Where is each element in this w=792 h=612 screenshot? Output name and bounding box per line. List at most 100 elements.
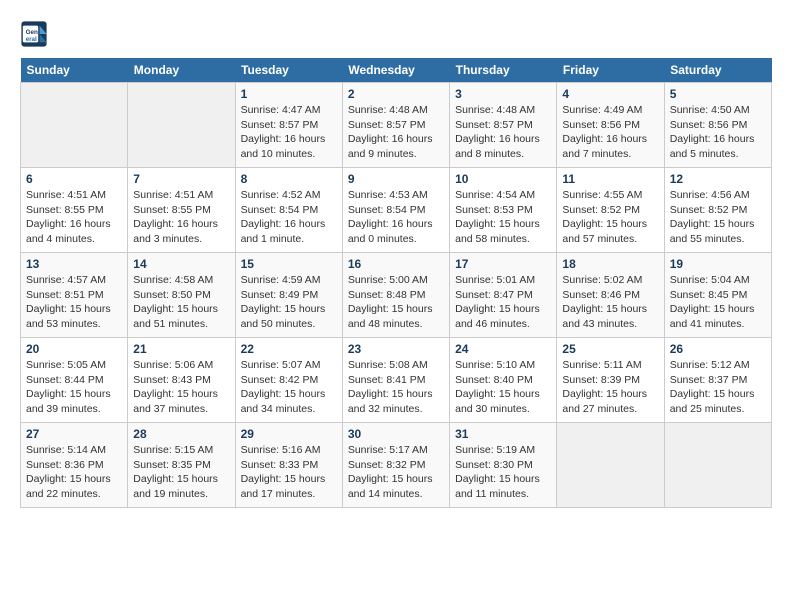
day-detail: Sunrise: 4:49 AMSunset: 8:56 PMDaylight:… xyxy=(562,103,658,162)
calendar-cell: 30 Sunrise: 5:17 AMSunset: 8:32 PMDayligh… xyxy=(342,423,449,508)
calendar-cell: 17 Sunrise: 5:01 AMSunset: 8:47 PMDayligh… xyxy=(450,253,557,338)
day-number: 21 xyxy=(133,342,229,356)
calendar-cell: 15Sunrise: 4:59 AMSunset: 8:49 PMDayligh… xyxy=(235,253,342,338)
weekday-header: Tuesday xyxy=(235,58,342,83)
day-number: 18 xyxy=(562,257,658,271)
day-number: 12 xyxy=(670,172,766,186)
day-detail: Sunrise: 5:00 AMSunset: 8:48 PMDaylight:… xyxy=(348,273,444,332)
day-number: 5 xyxy=(670,87,766,101)
calendar-cell: 14 Sunrise: 4:58 AMSunset: 8:50 PMDayligh… xyxy=(128,253,235,338)
calendar-cell: 10 Sunrise: 4:54 AMSunset: 8:53 PMDayligh… xyxy=(450,168,557,253)
calendar-cell: 11Sunrise: 4:55 AMSunset: 8:52 PMDayligh… xyxy=(557,168,664,253)
calendar-cell: 2 Sunrise: 4:48 AMSunset: 8:57 PMDaylight… xyxy=(342,83,449,168)
day-number: 20 xyxy=(26,342,122,356)
day-number: 31 xyxy=(455,427,551,441)
day-number: 19 xyxy=(670,257,766,271)
calendar-cell: 16Sunrise: 5:00 AMSunset: 8:48 PMDayligh… xyxy=(342,253,449,338)
day-number: 22 xyxy=(241,342,337,356)
day-number: 23 xyxy=(348,342,444,356)
day-detail: Sunrise: 4:48 AMSunset: 8:57 PMDaylight:… xyxy=(455,103,551,162)
calendar-week-row: 6Sunrise: 4:51 AMSunset: 8:55 PMDaylight… xyxy=(21,168,772,253)
day-detail: Sunrise: 4:51 AMSunset: 8:55 PMDaylight:… xyxy=(133,188,229,247)
day-detail: Sunrise: 5:12 AMSunset: 8:37 PMDaylight:… xyxy=(670,358,766,417)
day-detail: Sunrise: 5:15 AMSunset: 8:35 PMDaylight:… xyxy=(133,443,229,502)
day-number: 3 xyxy=(455,87,551,101)
day-detail: Sunrise: 4:54 AMSunset: 8:53 PMDaylight:… xyxy=(455,188,551,247)
day-detail: Sunrise: 4:59 AMSunset: 8:49 PMDaylight:… xyxy=(241,273,337,332)
day-number: 28 xyxy=(133,427,229,441)
calendar-week-row: 27 Sunrise: 5:14 AMSunset: 8:36 PMDayligh… xyxy=(21,423,772,508)
calendar-cell: 1 Sunrise: 4:47 AMSunset: 8:57 PMDaylight… xyxy=(235,83,342,168)
calendar-cell: 3 Sunrise: 4:48 AMSunset: 8:57 PMDaylight… xyxy=(450,83,557,168)
day-detail: Sunrise: 5:17 AMSunset: 8:32 PMDaylight:… xyxy=(348,443,444,502)
day-number: 26 xyxy=(670,342,766,356)
calendar-cell xyxy=(21,83,128,168)
logo: Gen eral xyxy=(20,20,52,48)
day-detail: Sunrise: 4:47 AMSunset: 8:57 PMDaylight:… xyxy=(241,103,337,162)
svg-text:eral: eral xyxy=(26,36,37,43)
weekday-header: Saturday xyxy=(664,58,771,83)
calendar-cell: 13Sunrise: 4:57 AMSunset: 8:51 PMDayligh… xyxy=(21,253,128,338)
calendar-cell: 7 Sunrise: 4:51 AMSunset: 8:55 PMDaylight… xyxy=(128,168,235,253)
day-number: 10 xyxy=(455,172,551,186)
calendar-cell: 22 Sunrise: 5:07 AMSunset: 8:42 PMDayligh… xyxy=(235,338,342,423)
day-detail: Sunrise: 4:50 AMSunset: 8:56 PMDaylight:… xyxy=(670,103,766,162)
day-number: 17 xyxy=(455,257,551,271)
day-number: 9 xyxy=(348,172,444,186)
day-number: 1 xyxy=(241,87,337,101)
calendar-cell: 28 Sunrise: 5:15 AMSunset: 8:35 PMDayligh… xyxy=(128,423,235,508)
svg-text:Gen: Gen xyxy=(26,29,38,36)
calendar-cell: 12Sunrise: 4:56 AMSunset: 8:52 PMDayligh… xyxy=(664,168,771,253)
weekday-header: Friday xyxy=(557,58,664,83)
day-detail: Sunrise: 5:16 AMSunset: 8:33 PMDaylight:… xyxy=(241,443,337,502)
calendar-cell xyxy=(128,83,235,168)
calendar-week-row: 1 Sunrise: 4:47 AMSunset: 8:57 PMDaylight… xyxy=(21,83,772,168)
weekday-header: Monday xyxy=(128,58,235,83)
logo-icon: Gen eral xyxy=(20,20,48,48)
calendar-cell: 23Sunrise: 5:08 AMSunset: 8:41 PMDayligh… xyxy=(342,338,449,423)
day-number: 27 xyxy=(26,427,122,441)
day-number: 11 xyxy=(562,172,658,186)
calendar-cell: 8 Sunrise: 4:52 AMSunset: 8:54 PMDaylight… xyxy=(235,168,342,253)
calendar-cell: 20Sunrise: 5:05 AMSunset: 8:44 PMDayligh… xyxy=(21,338,128,423)
calendar-cell: 24 Sunrise: 5:10 AMSunset: 8:40 PMDayligh… xyxy=(450,338,557,423)
day-detail: Sunrise: 4:48 AMSunset: 8:57 PMDaylight:… xyxy=(348,103,444,162)
day-detail: Sunrise: 5:04 AMSunset: 8:45 PMDaylight:… xyxy=(670,273,766,332)
day-number: 30 xyxy=(348,427,444,441)
day-detail: Sunrise: 4:51 AMSunset: 8:55 PMDaylight:… xyxy=(26,188,122,247)
calendar-cell: 5 Sunrise: 4:50 AMSunset: 8:56 PMDaylight… xyxy=(664,83,771,168)
calendar-cell xyxy=(664,423,771,508)
day-number: 8 xyxy=(241,172,337,186)
day-number: 13 xyxy=(26,257,122,271)
day-number: 4 xyxy=(562,87,658,101)
page-header: Gen eral xyxy=(20,20,772,48)
day-detail: Sunrise: 4:53 AMSunset: 8:54 PMDaylight:… xyxy=(348,188,444,247)
calendar-cell xyxy=(557,423,664,508)
day-detail: Sunrise: 5:07 AMSunset: 8:42 PMDaylight:… xyxy=(241,358,337,417)
day-number: 7 xyxy=(133,172,229,186)
calendar-cell: 25Sunrise: 5:11 AMSunset: 8:39 PMDayligh… xyxy=(557,338,664,423)
calendar-cell: 29 Sunrise: 5:16 AMSunset: 8:33 PMDayligh… xyxy=(235,423,342,508)
day-detail: Sunrise: 5:06 AMSunset: 8:43 PMDaylight:… xyxy=(133,358,229,417)
day-detail: Sunrise: 5:01 AMSunset: 8:47 PMDaylight:… xyxy=(455,273,551,332)
calendar-cell: 4 Sunrise: 4:49 AMSunset: 8:56 PMDaylight… xyxy=(557,83,664,168)
day-detail: Sunrise: 5:10 AMSunset: 8:40 PMDaylight:… xyxy=(455,358,551,417)
calendar-cell: 9 Sunrise: 4:53 AMSunset: 8:54 PMDaylight… xyxy=(342,168,449,253)
day-detail: Sunrise: 5:19 AMSunset: 8:30 PMDaylight:… xyxy=(455,443,551,502)
day-number: 29 xyxy=(241,427,337,441)
calendar-cell: 18 Sunrise: 5:02 AMSunset: 8:46 PMDayligh… xyxy=(557,253,664,338)
day-detail: Sunrise: 5:02 AMSunset: 8:46 PMDaylight:… xyxy=(562,273,658,332)
day-detail: Sunrise: 5:11 AMSunset: 8:39 PMDaylight:… xyxy=(562,358,658,417)
day-number: 24 xyxy=(455,342,551,356)
day-number: 14 xyxy=(133,257,229,271)
day-detail: Sunrise: 4:58 AMSunset: 8:50 PMDaylight:… xyxy=(133,273,229,332)
calendar-cell: 19 Sunrise: 5:04 AMSunset: 8:45 PMDayligh… xyxy=(664,253,771,338)
day-number: 2 xyxy=(348,87,444,101)
day-detail: Sunrise: 5:14 AMSunset: 8:36 PMDaylight:… xyxy=(26,443,122,502)
day-detail: Sunrise: 4:52 AMSunset: 8:54 PMDaylight:… xyxy=(241,188,337,247)
weekday-header: Wednesday xyxy=(342,58,449,83)
calendar-week-row: 20Sunrise: 5:05 AMSunset: 8:44 PMDayligh… xyxy=(21,338,772,423)
calendar-cell: 31 Sunrise: 5:19 AMSunset: 8:30 PMDayligh… xyxy=(450,423,557,508)
weekday-header: Thursday xyxy=(450,58,557,83)
calendar-cell: 27 Sunrise: 5:14 AMSunset: 8:36 PMDayligh… xyxy=(21,423,128,508)
